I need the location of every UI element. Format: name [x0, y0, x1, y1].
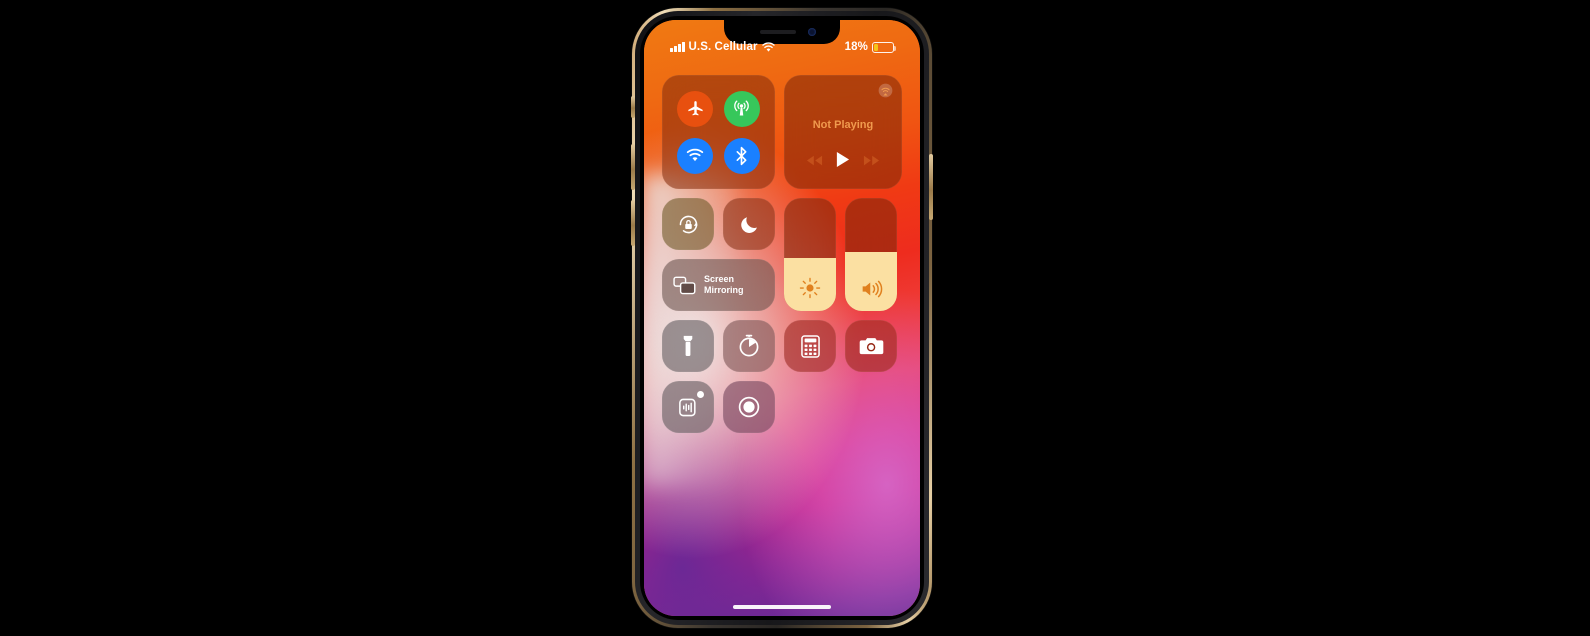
screen-mirroring-icon: [673, 276, 696, 294]
brightness-slider[interactable]: [784, 198, 836, 311]
screen-record-icon: [738, 396, 760, 418]
calculator-tile[interactable]: [784, 320, 836, 372]
timer-tile[interactable]: [723, 320, 775, 372]
toggle-row: [662, 198, 775, 250]
hearing-tile[interactable]: [662, 381, 714, 433]
cellular-antenna-icon: [734, 100, 750, 116]
front-camera-icon: [808, 28, 816, 36]
control-center-shortcuts-row-1: [662, 320, 902, 372]
earpiece-speaker: [760, 30, 796, 34]
hearing-icon: [678, 398, 696, 416]
rewind-icon: [807, 155, 823, 166]
media-controls: [784, 151, 902, 173]
rewind-button[interactable]: [806, 153, 823, 171]
battery-icon: [872, 41, 897, 53]
signal-strength-icon: [670, 42, 685, 52]
do-not-disturb-tile[interactable]: [723, 198, 775, 250]
volume-down-button[interactable]: [631, 200, 635, 246]
screen-mirroring-label-line2: Mirroring: [704, 285, 744, 295]
status-bar-left: U.S. Cellular: [670, 41, 775, 53]
play-button[interactable]: [835, 151, 850, 173]
control-center: Not Playing Screen Mirroring: [662, 75, 902, 433]
connectivity-module[interactable]: [662, 75, 775, 189]
bluetooth-toggle[interactable]: [723, 137, 760, 174]
control-center-row-middle: Screen Mirroring: [662, 198, 902, 311]
control-center-row-top: Not Playing: [662, 75, 902, 189]
media-title: Not Playing: [812, 119, 874, 131]
wifi-icon: [687, 148, 704, 162]
screenshot-stage: U.S. Cellular 18% Not Playing Screen Mir…: [0, 0, 1590, 636]
moon-icon: [740, 216, 757, 233]
flashlight-tile[interactable]: [662, 320, 714, 372]
airplane-mode-toggle[interactable]: [677, 90, 714, 127]
silent-switch-button[interactable]: [631, 96, 635, 118]
iphone-device: U.S. Cellular 18% Not Playing Screen Mir…: [631, 8, 933, 628]
forward-icon: [863, 155, 879, 166]
battery-percent-label: 18%: [844, 41, 868, 53]
camera-tile[interactable]: [845, 320, 897, 372]
volume-icon-wrap: [845, 279, 897, 299]
sliders-group: [784, 198, 897, 311]
screen-mirroring-label-line1: Screen: [704, 274, 735, 285]
control-center-shortcuts-row-2: [662, 381, 902, 433]
power-button[interactable]: [929, 154, 933, 220]
phone-screen: U.S. Cellular 18% Not Playing Screen Mir…: [644, 20, 920, 616]
forward-button[interactable]: [863, 153, 880, 171]
timer-icon: [739, 334, 759, 357]
middle-left-column: Screen Mirroring: [662, 198, 775, 311]
flashlight-icon: [683, 335, 693, 356]
rotation-lock-tile[interactable]: [662, 198, 714, 250]
screen-recording-tile[interactable]: [723, 381, 775, 433]
brightness-sun-icon: [799, 277, 821, 299]
media-playback-module[interactable]: Not Playing: [784, 75, 902, 189]
brightness-icon-wrap: [784, 277, 836, 299]
volume-slider[interactable]: [845, 198, 897, 311]
carrier-label: U.S. Cellular: [688, 41, 758, 53]
battery-tip: [894, 45, 897, 51]
status-bar-right: 18%: [844, 41, 897, 53]
bluetooth-icon: [736, 146, 747, 165]
airplane-icon: [688, 101, 703, 116]
battery-fill: [874, 43, 878, 51]
calculator-icon: [800, 334, 820, 358]
home-indicator[interactable]: [733, 605, 831, 609]
cellular-data-toggle[interactable]: [723, 90, 760, 127]
hearing-badge-dot: [697, 391, 704, 398]
wifi-toggle[interactable]: [677, 137, 714, 174]
wifi-icon: [761, 41, 775, 52]
status-bar: U.S. Cellular 18%: [644, 36, 920, 58]
speaker-wave-icon: [862, 280, 882, 298]
screen-mirroring-tile[interactable]: Screen Mirroring: [662, 259, 775, 311]
camera-icon: [859, 338, 883, 355]
rotation-lock-icon: [679, 215, 698, 233]
airplay-audio-icon[interactable]: [878, 83, 893, 103]
volume-up-button[interactable]: [631, 144, 635, 190]
screen-mirroring-label: Screen Mirroring: [704, 274, 744, 296]
play-icon: [837, 152, 850, 167]
